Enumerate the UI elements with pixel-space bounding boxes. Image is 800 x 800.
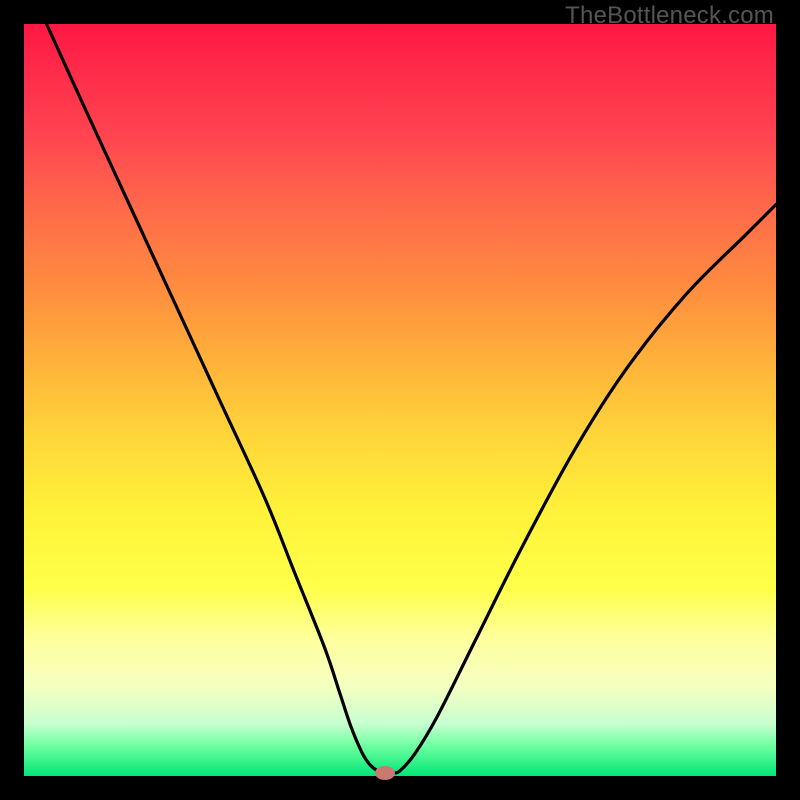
watermark-text: TheBottleneck.com	[565, 2, 774, 30]
bottleneck-curve	[47, 24, 776, 773]
chart-frame: TheBottleneck.com	[0, 0, 800, 800]
minimum-marker	[375, 766, 395, 780]
curve-svg	[24, 24, 776, 776]
plot-area	[24, 24, 776, 776]
